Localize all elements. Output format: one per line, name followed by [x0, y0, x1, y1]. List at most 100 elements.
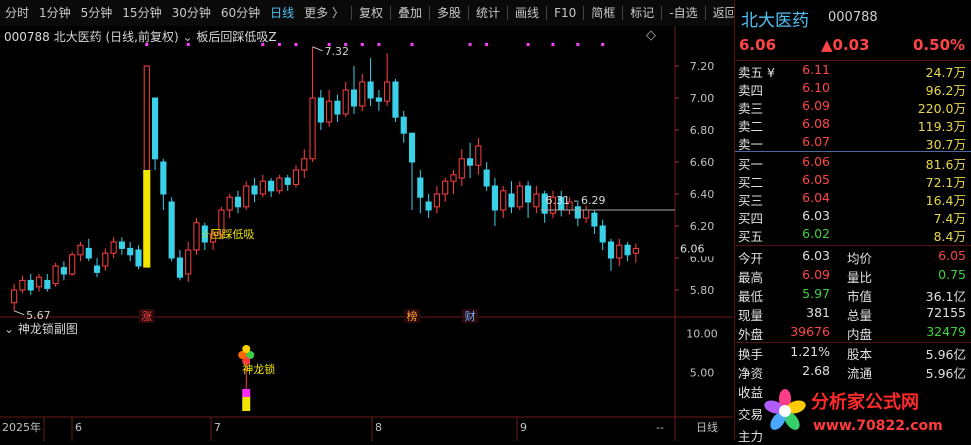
- candle-body: [44, 279, 51, 289]
- subchart-title: ⌄ 神龙锁副图: [4, 320, 78, 337]
- candle-body: [433, 193, 440, 208]
- quote-row: 外盘 39676 内盘 32479: [735, 324, 971, 343]
- bid-price: 6.05: [802, 172, 830, 187]
- toolbar-button-8[interactable]: -自选: [664, 0, 702, 26]
- candle-body: [276, 177, 283, 192]
- subchart-name[interactable]: 神龙锁副图: [18, 322, 78, 336]
- toolbar-button-5[interactable]: F10: [549, 0, 581, 26]
- toolbar-button-1[interactable]: 叠加: [393, 0, 427, 26]
- toolbar-period-4[interactable]: 30分钟: [167, 0, 216, 26]
- candle-body: [317, 97, 324, 123]
- indicator-name[interactable]: 板后回踩低吸Z: [196, 30, 276, 44]
- candle-body: [93, 265, 101, 273]
- bid-volume: 81.6万: [925, 157, 966, 172]
- ask-volume: 220.0万: [917, 101, 966, 116]
- stat-value: 5.96亿: [925, 366, 966, 381]
- ask-price: 6.10: [802, 80, 830, 95]
- toolbar-button-4[interactable]: 画线: [510, 0, 544, 26]
- toolbar-period-3[interactable]: 15分钟: [117, 0, 166, 26]
- candle-body: [160, 161, 167, 195]
- candle-body: [85, 247, 92, 259]
- stat-label: 外盘: [738, 327, 764, 342]
- candle-body: [607, 241, 615, 259]
- quote-row: 买一 6.06 81.6万: [735, 154, 971, 173]
- stat-value: 6.09: [802, 267, 830, 282]
- stat-value: 1.21%: [790, 344, 830, 359]
- candle-body: [583, 209, 590, 219]
- signal-bar: [143, 170, 151, 268]
- kline-chart[interactable]: 7.207.006.806.606.406.206.005.8010.005.0…: [0, 26, 733, 441]
- toolbar-period-0[interactable]: 分时: [0, 0, 34, 26]
- stock-code: 000788: [828, 10, 878, 25]
- top-signal-dot: [410, 43, 414, 46]
- candle-body: [425, 201, 432, 211]
- stat-value: 6.03: [802, 248, 830, 263]
- chevron-down-icon[interactable]: ⌄: [4, 322, 14, 336]
- watermark-url: www.70822.com: [813, 418, 943, 434]
- bid-price: 6.02: [802, 226, 830, 241]
- candle-body: [466, 158, 474, 166]
- ask-volume: 119.3万: [917, 119, 966, 134]
- toolbar-button-2[interactable]: 多股: [432, 0, 466, 26]
- candle-body: [624, 244, 631, 256]
- stat-label: 换手: [738, 347, 764, 362]
- candle-body: [259, 180, 266, 195]
- stat-label: 今开: [738, 251, 764, 266]
- ask-price: 6.11: [802, 62, 830, 77]
- toolbar-button-7[interactable]: 标记: [625, 0, 659, 26]
- candle-body: [77, 244, 84, 256]
- stat-label: 股本: [847, 347, 873, 362]
- bid-price: 6.04: [802, 190, 830, 205]
- quote-row: 卖四 6.10 96.2万: [735, 80, 971, 99]
- candle-body: [309, 97, 316, 160]
- toolbar-period-7[interactable]: 更多 〉: [299, 0, 349, 26]
- sub-y-tick-label: 5.00: [690, 366, 715, 379]
- stat-label: 净资: [738, 366, 764, 381]
- quote-row: 买三 6.04 16.4万: [735, 190, 971, 209]
- stat-value: 39676: [790, 324, 830, 339]
- top-signal-dot: [468, 43, 472, 46]
- toolbar-divider: [507, 6, 509, 20]
- stat-label: 现量: [738, 308, 764, 323]
- toolbar-divider: [661, 6, 663, 20]
- toolbar-period-2[interactable]: 5分钟: [76, 0, 118, 26]
- candle-body: [350, 89, 358, 107]
- chart-mode: (日线,前复权): [105, 30, 179, 44]
- candle-body: [292, 169, 300, 185]
- toolbar-button-3[interactable]: 统计: [471, 0, 505, 26]
- chart-stock-name: 北大医药: [53, 30, 102, 44]
- x-axis-label: 7: [214, 421, 221, 434]
- quote-row: 最低 5.97 市值 36.1亿: [735, 286, 971, 305]
- watermark-logo: 分析家公式网 www.70822.com: [763, 384, 971, 441]
- chart-title: 000788 北大医药 (日线,前复权) ⌄ 板后回踩低吸Z: [4, 28, 277, 45]
- event-badge: 涨: [141, 310, 152, 323]
- stat-label: 流通: [847, 366, 873, 381]
- candle-body: [632, 247, 639, 254]
- candle-body: [226, 196, 233, 211]
- sub-dot: [242, 345, 251, 353]
- candle-body: [251, 185, 258, 195]
- stat-label: 交易: [738, 407, 764, 422]
- toolbar-period-1[interactable]: 1分钟: [34, 0, 76, 26]
- top-signal-dot: [294, 43, 298, 46]
- diamond-icon[interactable]: ◇: [646, 28, 656, 43]
- signal-label: ☆回踩低吸: [201, 228, 255, 241]
- toolbar-period-6[interactable]: 日线: [265, 0, 299, 26]
- candle-body: [326, 100, 333, 123]
- ask-price: 6.08: [802, 116, 830, 131]
- toolbar-divider: [390, 6, 391, 20]
- toolbar-button-6[interactable]: 简框: [586, 0, 620, 26]
- stat-value: 0.75: [938, 267, 966, 282]
- chevron-down-icon[interactable]: ⌄: [183, 30, 193, 44]
- ask-label: 卖五 ¥: [738, 65, 775, 80]
- stat-value: 32479: [926, 324, 966, 339]
- toolbar-divider: [429, 6, 431, 20]
- candle-body: [400, 116, 407, 134]
- sub-signal-bar: [242, 397, 251, 411]
- bid-label: 买四: [738, 211, 764, 226]
- toolbar-button-0[interactable]: 复权: [354, 0, 388, 26]
- bid-volume: 72.1万: [925, 175, 966, 190]
- bottom-dash: --: [656, 421, 664, 434]
- toolbar-period-5[interactable]: 60分钟: [216, 0, 265, 26]
- sub-signal-bar: [242, 389, 251, 397]
